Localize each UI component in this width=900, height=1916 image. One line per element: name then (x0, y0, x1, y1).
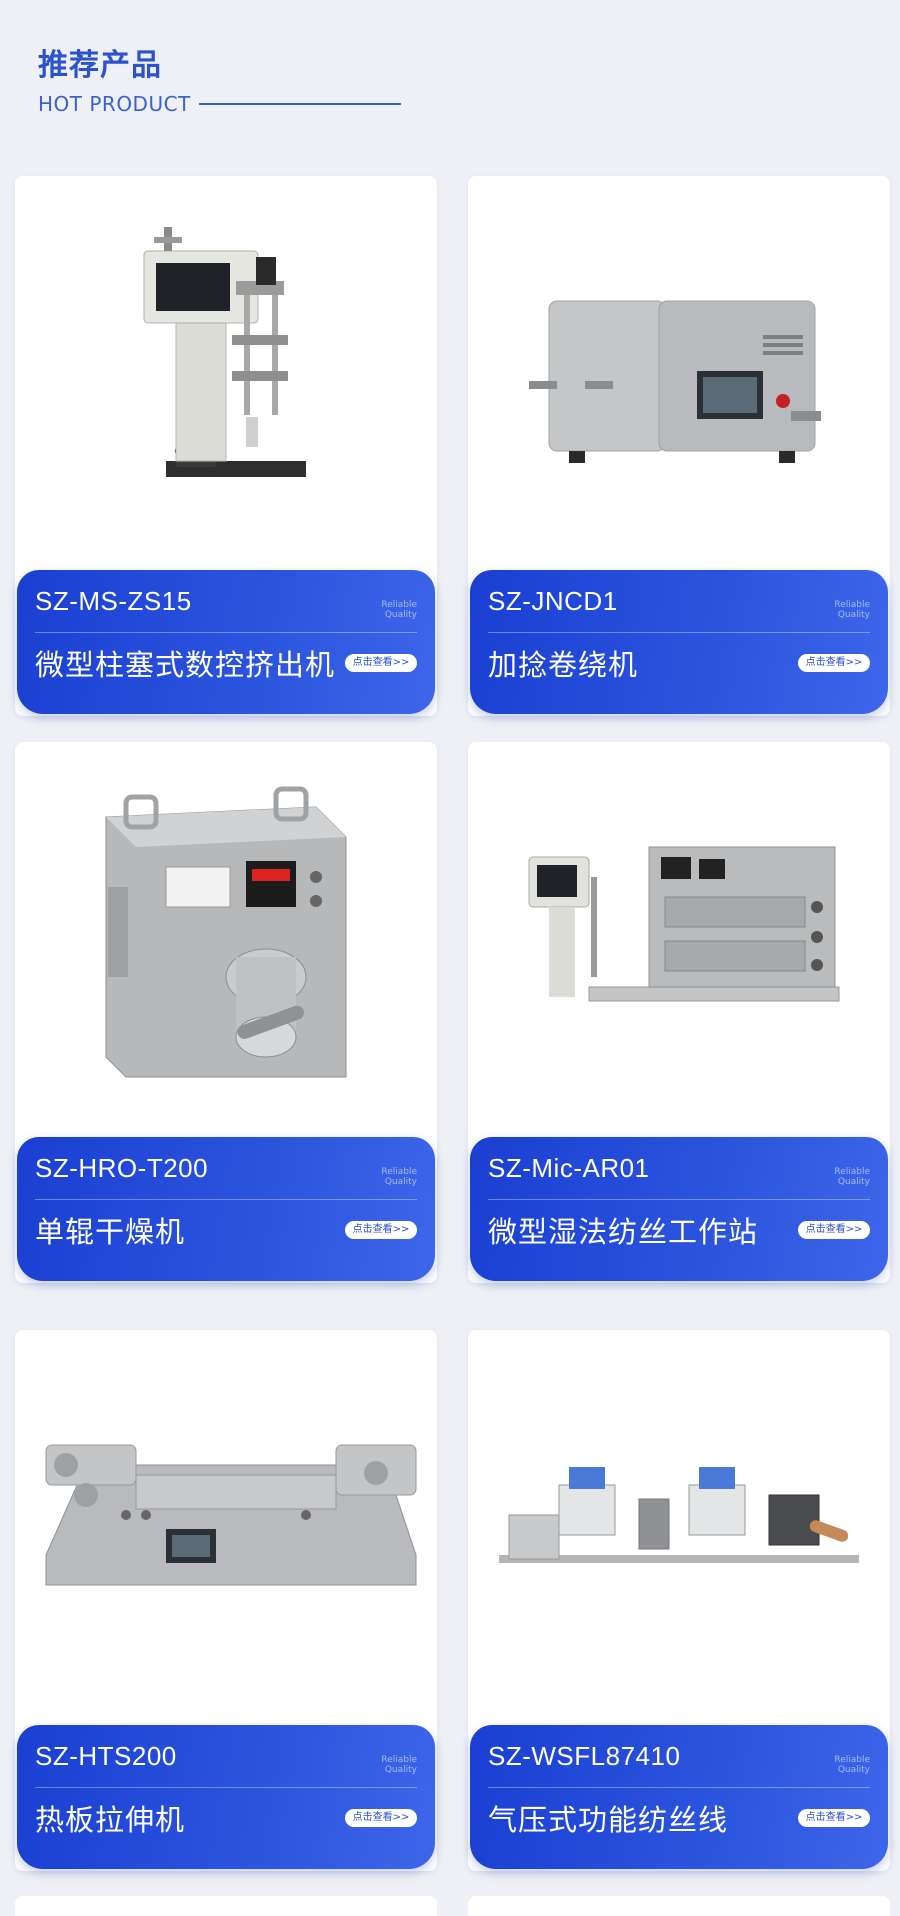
twisting-winder-image (529, 300, 821, 463)
quality-tag: Reliable Quality (834, 1167, 870, 1187)
hot-plate-stretcher-image (45, 1444, 417, 1586)
product-card-7-partial[interactable] (15, 1896, 437, 1916)
section-subtitle: HOT PRODUCT (38, 92, 191, 116)
quality-tag-line2: Quality (384, 1765, 417, 1775)
product-model: SZ-HTS200 (35, 1741, 177, 1771)
quality-tag-line1: Reliable (381, 1755, 417, 1765)
panel-divider (488, 1199, 870, 1200)
quality-tag-line1: Reliable (381, 600, 417, 610)
product-info-panel-2: SZ-JNCD1 Reliable Quality 加捻卷绕机 点击查看>> (470, 570, 888, 714)
section-header: 推荐产品 HOT PRODUCT (38, 40, 401, 116)
quality-tag: Reliable Quality (381, 1755, 417, 1775)
panel-divider (35, 632, 417, 633)
panel-divider (35, 1787, 417, 1788)
view-details-button[interactable]: 点击查看>> (345, 1221, 417, 1239)
view-details-button[interactable]: 点击查看>> (345, 654, 417, 672)
view-details-button[interactable]: 点击查看>> (798, 654, 870, 672)
product-name: 气压式功能纺丝线 (488, 1803, 729, 1837)
product-card-2[interactable]: SZ-JNCD1 Reliable Quality 加捻卷绕机 点击查看>> (468, 176, 890, 716)
panel-divider (35, 1199, 417, 1200)
section-subtitle-row: HOT PRODUCT (38, 92, 401, 116)
product-name: 微型湿法纺丝工作站 (488, 1215, 759, 1249)
product-info-panel-1: SZ-MS-ZS15 Reliable Quality 微型柱塞式数控挤出机 点击… (17, 570, 435, 714)
product-image-4[interactable] (468, 742, 890, 1132)
product-card-4[interactable]: SZ-Mic-AR01 Reliable Quality 微型湿法纺丝工作站 点击… (468, 742, 890, 1283)
product-info-panel-5: SZ-HTS200 Reliable Quality 热板拉伸机 点击查看>> (17, 1725, 435, 1869)
quality-tag-line2: Quality (837, 1177, 870, 1187)
product-card-6[interactable]: SZ-WSFL87410 Reliable Quality 气压式功能纺丝线 点击… (468, 1330, 890, 1871)
extruder-image (143, 227, 306, 477)
product-model: SZ-Mic-AR01 (488, 1153, 650, 1183)
quality-tag: Reliable Quality (381, 1167, 417, 1187)
view-details-button[interactable]: 点击查看>> (798, 1221, 870, 1239)
spinning-line-image (499, 1467, 859, 1563)
product-name: 单辊干燥机 (35, 1215, 186, 1249)
product-image-5[interactable] (15, 1330, 437, 1720)
product-model: SZ-HRO-T200 (35, 1153, 209, 1183)
quality-tag-line1: Reliable (381, 1167, 417, 1177)
product-card-3[interactable]: SZ-HRO-T200 Reliable Quality 单辊干燥机 点击查看>> (15, 742, 437, 1283)
product-image-2[interactable] (468, 176, 890, 566)
quality-tag: Reliable Quality (381, 600, 417, 620)
quality-tag-line2: Quality (384, 610, 417, 620)
product-model: SZ-MS-ZS15 (35, 586, 192, 616)
product-card-8-partial[interactable] (468, 1896, 890, 1916)
section-title: 推荐产品 (38, 48, 162, 83)
product-image-3[interactable] (15, 742, 437, 1132)
quality-tag: Reliable Quality (834, 1755, 870, 1775)
section-divider (198, 103, 401, 105)
product-name: 加捻卷绕机 (488, 648, 639, 682)
quality-tag-line1: Reliable (834, 600, 870, 610)
quality-tag-line2: Quality (837, 1765, 870, 1775)
product-info-panel-4: SZ-Mic-AR01 Reliable Quality 微型湿法纺丝工作站 点击… (470, 1137, 888, 1281)
product-card-1[interactable]: SZ-MS-ZS15 Reliable Quality 微型柱塞式数控挤出机 点击… (15, 176, 437, 716)
panel-divider (488, 632, 870, 633)
view-details-button[interactable]: 点击查看>> (345, 1809, 417, 1827)
roller-dryer-image (105, 786, 347, 1078)
view-details-button[interactable]: 点击查看>> (798, 1809, 870, 1827)
quality-tag: Reliable Quality (834, 600, 870, 620)
wet-spinning-station-image (528, 846, 840, 1002)
quality-tag-line1: Reliable (834, 1167, 870, 1177)
product-name: 热板拉伸机 (35, 1803, 186, 1837)
product-model: SZ-JNCD1 (488, 586, 618, 616)
product-info-panel-6: SZ-WSFL87410 Reliable Quality 气压式功能纺丝线 点击… (470, 1725, 888, 1869)
product-image-1[interactable] (15, 176, 437, 566)
quality-tag-line2: Quality (384, 1177, 417, 1187)
panel-divider (488, 1787, 870, 1788)
quality-tag-line2: Quality (837, 610, 870, 620)
product-info-panel-3: SZ-HRO-T200 Reliable Quality 单辊干燥机 点击查看>> (17, 1137, 435, 1281)
product-name: 微型柱塞式数控挤出机 (35, 648, 336, 682)
product-card-5[interactable]: SZ-HTS200 Reliable Quality 热板拉伸机 点击查看>> (15, 1330, 437, 1871)
product-image-6[interactable] (468, 1330, 890, 1720)
quality-tag-line1: Reliable (834, 1755, 870, 1765)
product-model: SZ-WSFL87410 (488, 1741, 681, 1771)
